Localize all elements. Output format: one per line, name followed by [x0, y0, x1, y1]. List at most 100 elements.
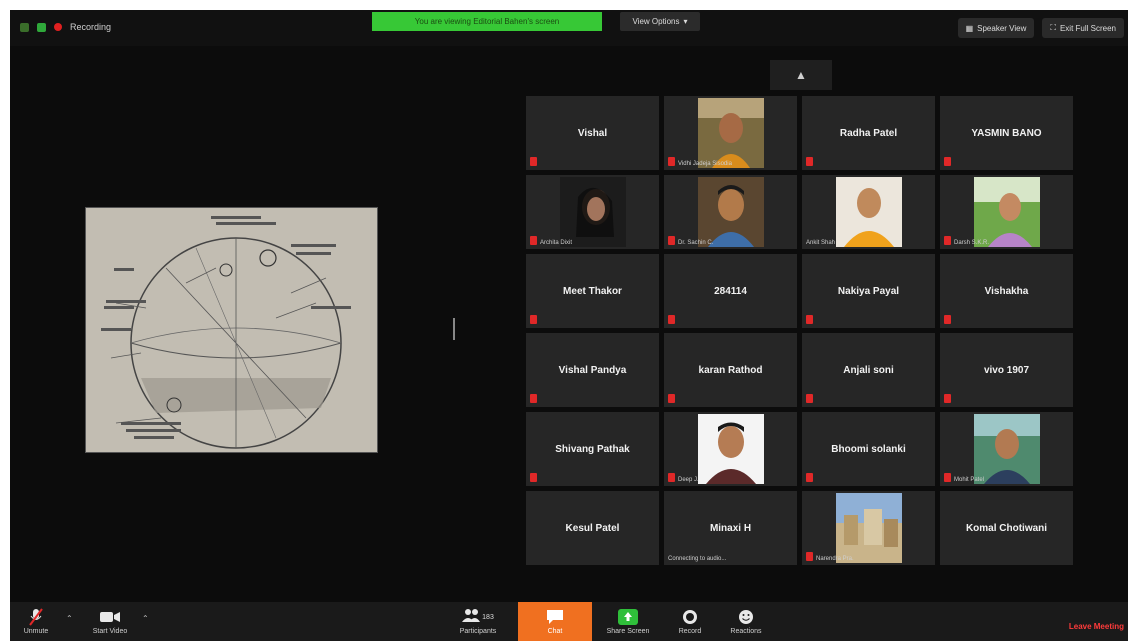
- participant-count: 183: [482, 613, 494, 621]
- mic-muted-icon: [530, 236, 537, 245]
- security-shield-icon[interactable]: [37, 22, 46, 32]
- mic-muted-icon: [530, 394, 537, 403]
- chat-bubble-icon: [546, 608, 564, 626]
- gallery-page-up-button[interactable]: ▲: [770, 60, 832, 90]
- participant-name: Vishal: [577, 127, 608, 139]
- participant-name: Bhoomi solanki: [831, 443, 906, 455]
- participant-tile[interactable]: 284114: [664, 254, 797, 328]
- participant-name: Radha Patel: [839, 127, 898, 139]
- participant-name: vivo 1907: [983, 364, 1030, 376]
- participant-name: Anjali soni: [843, 364, 894, 376]
- participant-tile[interactable]: Shivang Pathak: [526, 412, 659, 486]
- participant-tile[interactable]: Dr. Sachin C.: [664, 175, 797, 249]
- participant-tile[interactable]: Kesul Patel: [526, 491, 659, 565]
- meeting-controls-toolbar: Unmute ⌃ Start Video ⌃ 183 Participants …: [10, 602, 1128, 641]
- reactions-smiley-icon: [738, 608, 754, 626]
- view-controls: ▦ Speaker View ⛶ Exit Full Screen: [957, 18, 1124, 38]
- participant-tile[interactable]: Vishal Pandya: [526, 333, 659, 407]
- mic-muted-icon: [668, 157, 675, 166]
- meeting-status-area: Recording: [20, 22, 111, 32]
- participant-tile[interactable]: Nakiya Payal: [802, 254, 935, 328]
- participant-name: 284114: [714, 285, 747, 297]
- participant-tile[interactable]: Deep J.: [664, 412, 797, 486]
- share-screen-label: Share Screen: [606, 628, 650, 635]
- chat-label: Chat: [547, 628, 563, 635]
- participant-video: [697, 177, 764, 247]
- mic-muted-icon: [806, 157, 813, 166]
- participant-tile[interactable]: Vidhi Jadeja Sisodia: [664, 96, 797, 170]
- participant-tile[interactable]: karan Rathod: [664, 333, 797, 407]
- participant-tile[interactable]: Bhoomi solanki: [802, 412, 935, 486]
- participants-button[interactable]: 183 Participants: [450, 602, 506, 641]
- participant-tile[interactable]: Meet Thakor: [526, 254, 659, 328]
- leave-meeting-button[interactable]: Leave Meeting: [1069, 622, 1124, 631]
- speaker-view-icon: ▦: [965, 23, 974, 33]
- participant-name: Kesul Patel: [565, 522, 620, 534]
- unmute-button[interactable]: Unmute: [14, 602, 58, 641]
- mic-muted-icon: [806, 473, 813, 482]
- view-options-label: View Options: [632, 17, 680, 26]
- participant-name: Shivang Pathak: [555, 443, 630, 455]
- participant-name: Komal Chotiwani: [965, 522, 1048, 534]
- mic-muted-icon: [530, 157, 537, 166]
- chevron-up-icon: ▲: [795, 68, 807, 82]
- screen-border-top: [0, 0, 1128, 10]
- participant-tile[interactable]: Anjali soni: [802, 333, 935, 407]
- mic-muted-icon: [806, 315, 813, 324]
- participant-tile[interactable]: Komal Chotiwani: [940, 491, 1073, 565]
- participants-label: Participants: [459, 628, 497, 635]
- participant-tile[interactable]: vivo 1907: [940, 333, 1073, 407]
- recording-icon: [54, 23, 62, 31]
- speaker-view-label: Speaker View: [977, 23, 1027, 33]
- record-button[interactable]: Record: [670, 602, 710, 641]
- mic-muted-icon: [944, 473, 951, 482]
- participants-icon: [462, 608, 481, 627]
- speaker-view-button[interactable]: ▦ Speaker View: [957, 18, 1035, 38]
- participant-tile[interactable]: Ankit Shah: [802, 175, 935, 249]
- chat-button[interactable]: Chat: [518, 602, 592, 641]
- share-screen-button[interactable]: Share Screen: [600, 602, 656, 641]
- mic-muted-icon: [530, 315, 537, 324]
- mic-muted-icon: [806, 394, 813, 403]
- participant-name: Vishakha: [984, 285, 1029, 297]
- participants-icon-wrap: 183: [462, 608, 494, 626]
- participant-tile[interactable]: Vishal: [526, 96, 659, 170]
- participant-tile[interactable]: Archita Dixit: [526, 175, 659, 249]
- participant-video: [835, 493, 902, 563]
- audio-options-chevron-icon[interactable]: ⌃: [66, 614, 73, 623]
- mic-muted-icon: [668, 315, 675, 324]
- participant-tile[interactable]: Narendra Pra.: [802, 491, 935, 565]
- split-view-divider[interactable]: [453, 318, 455, 340]
- participant-video: [973, 414, 1040, 484]
- participant-name: Mohit Patel: [954, 477, 985, 483]
- mic-muted-icon: [944, 236, 951, 245]
- participant-tile[interactable]: Radha Patel: [802, 96, 935, 170]
- participant-name: Vidhi Jadeja Sisodia: [678, 161, 732, 167]
- participant-name: Narendra Pra.: [816, 556, 854, 562]
- participant-name: YASMIN BANO: [971, 127, 1042, 139]
- participant-tile[interactable]: Vishakha: [940, 254, 1073, 328]
- mic-muted-icon: [806, 552, 813, 561]
- reactions-button[interactable]: Reactions: [724, 602, 768, 641]
- participant-tile[interactable]: YASMIN BANO: [940, 96, 1073, 170]
- info-icon[interactable]: [20, 22, 29, 32]
- share-screen-icon: [618, 608, 638, 626]
- participant-name: Archita Dixit: [540, 240, 573, 246]
- hand-drawn-diagram: [86, 208, 377, 452]
- participant-video: [697, 414, 764, 484]
- unmute-label: Unmute: [23, 628, 49, 635]
- exit-full-screen-button[interactable]: ⛶ Exit Full Screen: [1042, 18, 1124, 38]
- video-options-chevron-icon[interactable]: ⌃: [142, 614, 149, 623]
- full-screen-icon: ⛶: [1050, 23, 1056, 32]
- view-options-button[interactable]: View Options ▾: [620, 12, 700, 31]
- participant-name: Deep J.: [678, 477, 699, 483]
- mic-muted-icon: [944, 157, 951, 166]
- start-video-button[interactable]: Start Video: [86, 602, 134, 641]
- mic-muted-icon: [944, 394, 951, 403]
- participant-tile[interactable]: Mohit Patel: [940, 412, 1073, 486]
- shared-screen-drawing: [86, 208, 377, 452]
- screen-border-left: [0, 0, 10, 641]
- participant-tile[interactable]: Darsh S.K.R.: [940, 175, 1073, 249]
- participant-gallery: Vishal Vidhi Jadeja Sisodia Radha Patel …: [526, 96, 1074, 568]
- participant-tile[interactable]: Minaxi H Connecting to audio...: [664, 491, 797, 565]
